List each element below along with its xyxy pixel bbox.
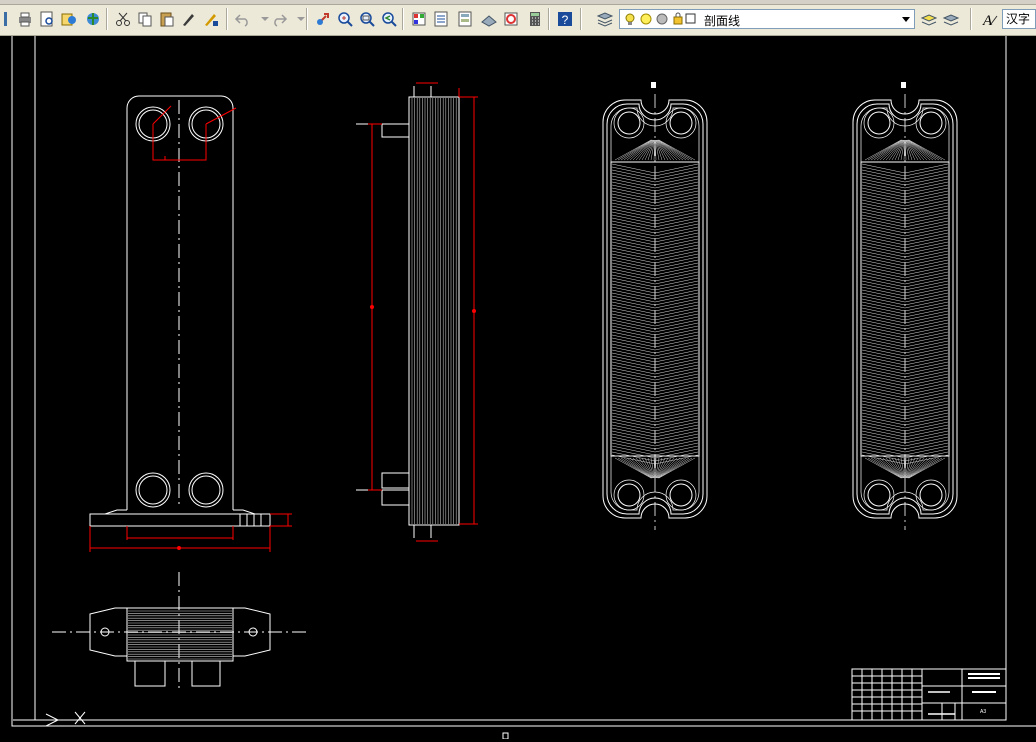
side-view-dimensions [368, 82, 478, 542]
publish-icon[interactable] [58, 8, 80, 30]
zoom-realtime-icon[interactable] [334, 8, 356, 30]
undo-icon[interactable] [232, 8, 254, 30]
chevron-down-icon[interactable] [898, 10, 914, 28]
bottom-view-plates [128, 610, 232, 660]
text-style-icon[interactable]: A [979, 8, 1001, 30]
zoom-window-icon[interactable] [356, 8, 378, 30]
layer-previous-icon[interactable] [940, 8, 962, 30]
sheet-size-label: A3 [980, 709, 986, 715]
toolbar-separator [306, 8, 308, 30]
toolbar-separator [548, 8, 550, 30]
toolbar-separator [970, 8, 972, 30]
text-style-dropdown[interactable]: 汉字 [1002, 9, 1036, 29]
crosshair-marker [502, 732, 509, 740]
toolbar-separator [226, 8, 228, 30]
bottom-view [52, 572, 307, 690]
layer-manager-icon[interactable] [594, 8, 616, 30]
layer-dropdown[interactable]: 剖面线 [619, 9, 915, 29]
sheet-inner-border [34, 36, 1007, 721]
design-center-icon[interactable] [430, 8, 452, 30]
plate-view-right [852, 82, 958, 530]
side-view [356, 86, 460, 538]
redo-icon[interactable] [268, 8, 290, 30]
cut-icon[interactable] [112, 8, 134, 30]
help-icon[interactable]: ? [554, 8, 576, 30]
side-view-plates [411, 98, 457, 524]
pan-realtime-icon[interactable] [312, 8, 334, 30]
toolbar-separator [580, 8, 582, 30]
toolbar-separator [106, 8, 108, 30]
print-preview-icon[interactable] [36, 8, 58, 30]
sheet-set-icon[interactable] [478, 8, 500, 30]
svg-text:?: ? [562, 13, 569, 27]
cad-drawing[interactable]: A3 [0, 36, 1036, 740]
ucs-icon [13, 711, 86, 727]
front-view-dimensions [89, 105, 292, 552]
layer-state-icons [625, 12, 696, 25]
plate-view-left [602, 82, 708, 530]
toolbar-separator [402, 8, 404, 30]
sheet-outer-border [11, 36, 1036, 727]
cad-application: ? 剖面线 A 汉字 A3 [0, 0, 1036, 740]
web-publish-icon[interactable] [82, 8, 104, 30]
standard-toolbar: ? 剖面线 A 汉字 [0, 0, 1036, 36]
calculator-icon[interactable] [524, 8, 546, 30]
zoom-previous-icon[interactable] [378, 8, 400, 30]
svg-text:A: A [982, 13, 993, 28]
redo-dropdown-icon[interactable] [290, 8, 312, 30]
markup-set-icon[interactable] [500, 8, 522, 30]
menu-bar-edge [0, 0, 1036, 5]
copy-icon[interactable] [134, 8, 156, 30]
make-object-layer-current-icon[interactable] [918, 8, 940, 30]
drawing-canvas[interactable]: A3 [0, 36, 1036, 740]
paste-icon[interactable] [156, 8, 178, 30]
current-layer-name: 剖面线 [704, 14, 741, 28]
print-icon[interactable] [14, 8, 36, 30]
match-properties-icon[interactable] [178, 8, 200, 30]
properties-icon[interactable] [408, 8, 430, 30]
block-editor-icon[interactable] [200, 8, 222, 30]
tool-palettes-icon[interactable] [454, 8, 476, 30]
